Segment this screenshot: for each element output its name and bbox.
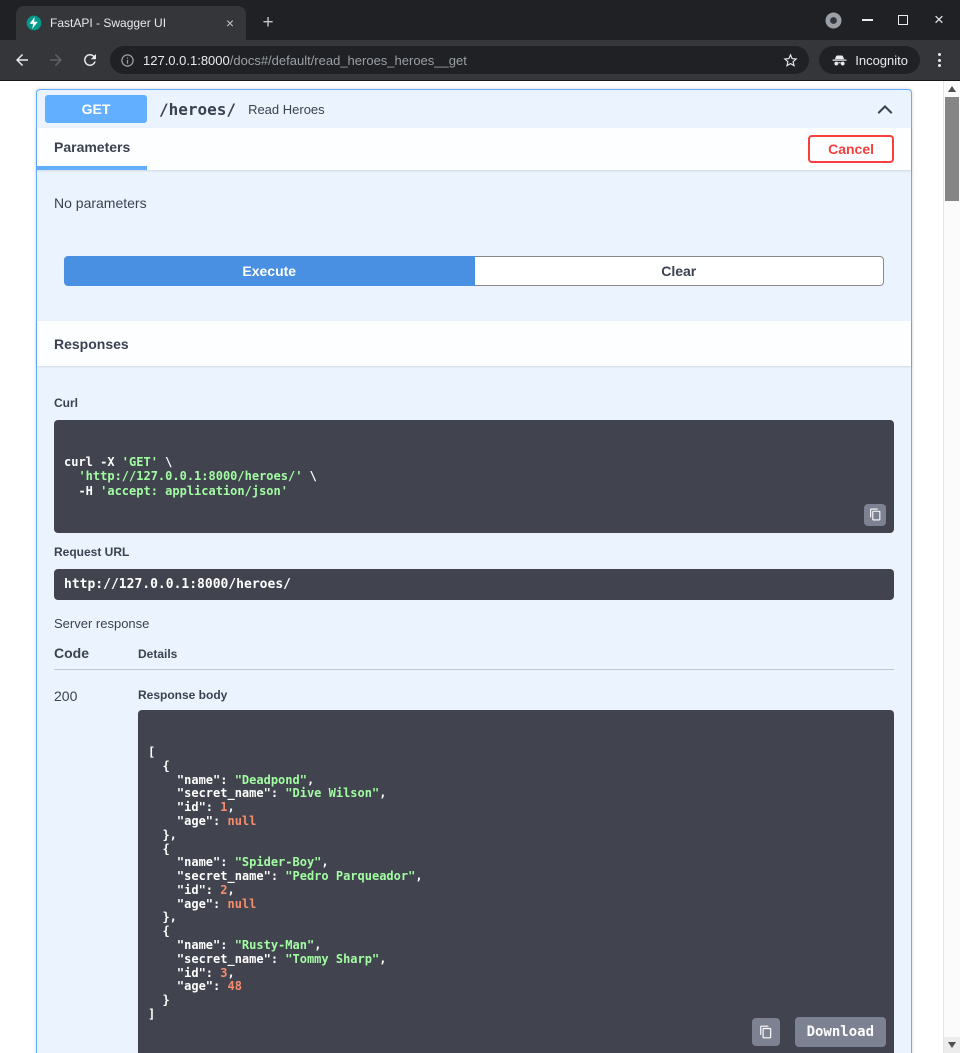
collapse-chevron-icon[interactable]	[875, 99, 903, 119]
tab-title: FastAPI - Swagger UI	[50, 16, 214, 30]
opblock-summary[interactable]: GET /heroes/ Read Heroes	[37, 90, 911, 128]
operation-path: /heroes/	[159, 100, 236, 119]
copy-curl-button[interactable]	[864, 504, 886, 526]
execute-button-group: Execute Clear	[37, 256, 911, 286]
curl-code-block: curl -X 'GET' \ 'http://127.0.0.1:8000/h…	[54, 420, 894, 533]
back-button[interactable]	[8, 46, 36, 74]
curl-label: Curl	[54, 396, 894, 410]
request-url-block: http://127.0.0.1:8000/heroes/	[54, 569, 894, 601]
parameters-header: Parameters Cancel	[37, 128, 911, 170]
incognito-label: Incognito	[855, 53, 908, 68]
window-controls: ×	[825, 0, 960, 40]
responses-header: Responses	[37, 321, 911, 366]
browser-update-icon[interactable]	[825, 12, 842, 29]
response-body-label: Response body	[138, 688, 894, 702]
response-table-header: Code Details	[54, 645, 894, 670]
url-text: 127.0.0.1:8000/docs#/default/read_heroes…	[143, 53, 467, 68]
opblock-get-heroes: GET /heroes/ Read Heroes Parameters Canc…	[36, 89, 912, 1053]
operation-summary: Read Heroes	[248, 102, 325, 117]
scrollbar-up-icon[interactable]	[944, 81, 960, 97]
parameters-body: No parameters	[37, 170, 911, 256]
response-row: 200 Response body [ { "name": "Deadpond"…	[54, 670, 894, 1053]
status-code: 200	[54, 688, 138, 1053]
browser-menu-icon[interactable]	[926, 46, 952, 74]
download-button[interactable]: Download	[795, 1017, 886, 1047]
tab-close-icon[interactable]: ×	[222, 15, 238, 31]
incognito-badge: Incognito	[819, 46, 920, 74]
execute-button[interactable]: Execute	[64, 256, 475, 286]
fastapi-favicon-icon	[26, 15, 42, 31]
new-tab-button[interactable]: +	[254, 9, 282, 37]
response-body-block: [ { "name": "Deadpond", "secret_name": "…	[138, 710, 894, 1053]
cancel-button[interactable]: Cancel	[808, 135, 894, 163]
address-bar[interactable]: 127.0.0.1:8000/docs#/default/read_heroes…	[110, 46, 809, 74]
clear-button[interactable]: Clear	[475, 256, 885, 286]
window-close-button[interactable]: ×	[928, 9, 950, 31]
copy-response-button[interactable]	[752, 1018, 780, 1046]
responses-body: Curl curl -X 'GET' \ 'http://127.0.0.1:8…	[37, 366, 911, 1053]
request-url-label: Request URL	[54, 545, 894, 559]
site-info-icon[interactable]	[120, 53, 135, 68]
minimize-button[interactable]	[856, 9, 878, 31]
method-badge: GET	[45, 95, 147, 123]
bookmark-star-icon[interactable]	[782, 52, 799, 69]
code-column-header: Code	[54, 645, 138, 661]
swagger-page: GET /heroes/ Read Heroes Parameters Canc…	[0, 81, 943, 1053]
response-details-cell: Response body [ { "name": "Deadpond", "s…	[138, 688, 894, 1053]
forward-button[interactable]	[42, 46, 70, 74]
incognito-icon	[831, 52, 848, 69]
tab-strip: FastAPI - Swagger UI × + ×	[0, 0, 960, 40]
scrollbar-thumb[interactable]	[945, 97, 959, 201]
browser-tab[interactable]: FastAPI - Swagger UI ×	[16, 6, 246, 40]
details-column-header: Details	[138, 647, 894, 661]
responses-title: Responses	[54, 336, 129, 352]
maximize-button[interactable]	[892, 9, 914, 31]
reload-button[interactable]	[76, 46, 104, 74]
scrollbar-down-icon[interactable]	[944, 1037, 960, 1053]
server-response-label: Server response	[54, 616, 894, 631]
browser-toolbar: 127.0.0.1:8000/docs#/default/read_heroes…	[0, 40, 960, 81]
no-parameters-text: No parameters	[54, 195, 147, 211]
page-scrollbar[interactable]	[943, 81, 960, 1053]
tab-parameters[interactable]: Parameters	[37, 128, 147, 170]
